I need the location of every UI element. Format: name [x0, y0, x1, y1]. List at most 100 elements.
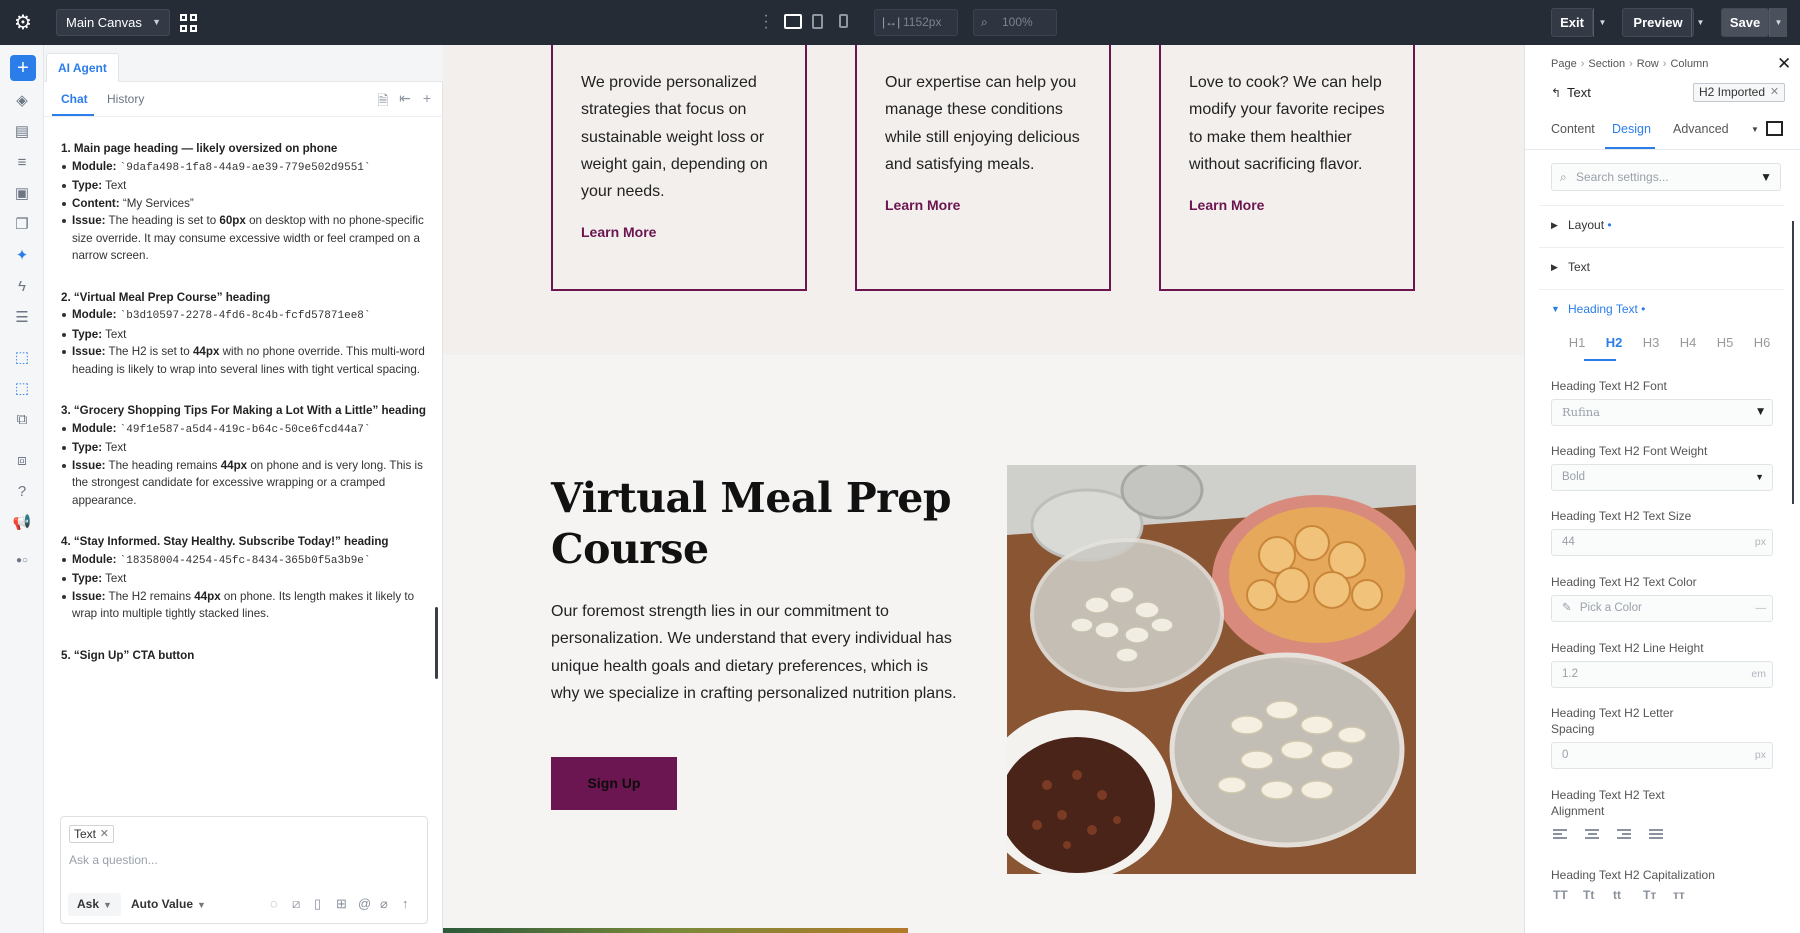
library-icon[interactable]: ▤: [11, 121, 33, 143]
text-size-input[interactable]: 44 px: [1551, 529, 1773, 556]
multi-select-icon[interactable]: ⬚: [11, 378, 33, 400]
caps-allsmall-option[interactable]: тт: [1673, 888, 1703, 902]
value-mode-dropdown[interactable]: Auto Value ▼: [122, 893, 215, 916]
breadcrumb-page[interactable]: Page: [1551, 58, 1577, 70]
service-card[interactable]: We provide personalized strategies that …: [551, 45, 807, 291]
tab-advanced[interactable]: Advanced: [1673, 122, 1729, 136]
tab-h3[interactable]: H3: [1635, 335, 1667, 350]
unit-label[interactable]: px: [1755, 530, 1766, 555]
section-heading-text[interactable]: ▼ Heading Text •: [1539, 289, 1784, 331]
font-select[interactable]: Rufina ▼: [1551, 399, 1773, 426]
close-icon[interactable]: ✕: [1777, 54, 1791, 74]
add-icon[interactable]: +: [10, 55, 36, 81]
save-button[interactable]: Save: [1721, 8, 1769, 37]
phone-view-icon[interactable]: [839, 14, 848, 28]
preview-menu-caret[interactable]: ▼: [1691, 8, 1709, 37]
tab-h6[interactable]: H6: [1746, 335, 1778, 350]
tab-content[interactable]: Content: [1551, 122, 1595, 136]
mode-dropdown[interactable]: Ask ▼: [68, 893, 121, 916]
edit-icon[interactable]: ⧄: [292, 896, 300, 912]
stack-icon[interactable]: ⧈: [11, 450, 33, 472]
tab-ai-agent[interactable]: AI Agent: [46, 53, 119, 82]
align-center-icon[interactable]: [1585, 829, 1599, 841]
caps-titlecase-option[interactable]: Tt: [1583, 888, 1613, 902]
breadcrumb-row[interactable]: Row: [1637, 58, 1659, 70]
help-icon[interactable]: ?: [11, 481, 33, 503]
chevron-down-icon[interactable]: ▼: [1751, 125, 1759, 134]
learn-more-link[interactable]: Learn More: [1189, 196, 1385, 214]
settings-scrollbar[interactable]: [1792, 221, 1794, 504]
caps-smallcaps-option[interactable]: Tт: [1643, 888, 1673, 902]
tab-h5[interactable]: H5: [1709, 335, 1741, 350]
sign-up-button[interactable]: Sign Up: [551, 757, 677, 810]
text-color-picker[interactable]: ✎ Pick a Color —: [1551, 595, 1773, 622]
tab-history[interactable]: History: [107, 92, 144, 106]
ask-input[interactable]: Ask a question...: [69, 853, 158, 867]
line-height-input[interactable]: 1.2 em: [1551, 661, 1773, 688]
align-left-icon[interactable]: [1553, 829, 1567, 841]
send-icon[interactable]: ↑: [402, 896, 409, 911]
tab-h2[interactable]: H2: [1598, 335, 1630, 350]
tab-h1[interactable]: H1: [1561, 335, 1593, 350]
desktop-view-icon[interactable]: [784, 14, 802, 29]
preset-square-icon[interactable]: [1766, 121, 1783, 136]
more-vertical-icon[interactable]: · · ·: [763, 8, 769, 36]
layers-icon[interactable]: ◈: [11, 90, 33, 112]
grid-view-icon[interactable]: [180, 14, 198, 32]
context-chip[interactable]: Text ✕: [69, 825, 115, 843]
service-card[interactable]: Our expertise can help you manage these …: [855, 45, 1111, 291]
book-icon[interactable]: ▯: [314, 896, 321, 912]
close-icon[interactable]: ✕: [100, 826, 109, 842]
select-element-icon[interactable]: ⬚: [11, 347, 33, 369]
list-icon[interactable]: ☰: [11, 307, 33, 329]
tab-h4[interactable]: H4: [1672, 335, 1704, 350]
filter-icon[interactable]: ▼: [1760, 164, 1772, 190]
exit-menu-caret[interactable]: ▼: [1593, 8, 1611, 37]
breadcrumb-column[interactable]: Column: [1670, 58, 1708, 70]
clear-icon[interactable]: —: [1756, 596, 1767, 621]
new-file-icon[interactable]: 🗎: [375, 90, 391, 114]
settings-search-input[interactable]: ⌕ Search settings... ▼: [1551, 163, 1781, 191]
tab-design[interactable]: Design: [1612, 122, 1651, 136]
zoom-field[interactable]: ⌕ 100%: [973, 9, 1057, 36]
pages-icon[interactable]: ❐: [11, 214, 33, 236]
close-icon[interactable]: ✕: [1770, 84, 1779, 101]
font-weight-select[interactable]: Bold ▼: [1551, 464, 1773, 491]
attachment-icon[interactable]: ⌀: [380, 896, 388, 912]
preset-badge[interactable]: H2 Imported ✕: [1693, 83, 1786, 102]
lightning-icon[interactable]: ϟ: [11, 276, 33, 298]
tab-chat[interactable]: Chat: [61, 92, 88, 106]
caps-uppercase-option[interactable]: TT: [1553, 888, 1583, 902]
caps-lowercase-option[interactable]: tt: [1613, 888, 1643, 902]
align-right-icon[interactable]: [1617, 829, 1631, 841]
unit-label[interactable]: em: [1751, 662, 1766, 687]
align-justify-icon[interactable]: [1649, 829, 1663, 841]
save-menu-caret[interactable]: ▼: [1769, 8, 1787, 37]
learn-more-link[interactable]: Learn More: [581, 223, 777, 241]
mention-icon[interactable]: @: [358, 896, 371, 911]
form-icon[interactable]: ▣: [11, 183, 33, 205]
section-heading[interactable]: Virtual Meal Prep Course: [551, 473, 952, 575]
preview-button[interactable]: Preview: [1622, 8, 1694, 37]
tablet-view-icon[interactable]: [812, 14, 823, 29]
modules-icon[interactable]: ⊞: [336, 896, 347, 912]
unit-label[interactable]: px: [1755, 743, 1766, 768]
section-body-text[interactable]: Our foremost strength lies in our commit…: [551, 598, 961, 707]
canvas-selector[interactable]: Main Canvas ▼: [56, 9, 170, 36]
learn-more-link[interactable]: Learn More: [885, 196, 1081, 214]
theme-toggle-icon[interactable]: ●○: [11, 550, 33, 572]
section-layout[interactable]: ▶ Layout •: [1539, 205, 1784, 247]
new-chat-plus-icon[interactable]: +: [419, 90, 435, 106]
service-card[interactable]: Love to cook? We can help modify your fa…: [1159, 45, 1415, 291]
gear-icon[interactable]: ⚙: [12, 12, 34, 34]
back-arrow-icon[interactable]: ↰: [1551, 86, 1561, 100]
template-icon[interactable]: ⧉: [11, 409, 33, 431]
ai-sparkle-icon[interactable]: ✦: [11, 245, 33, 267]
canvas-width-field[interactable]: |↔| 1152px: [874, 9, 958, 36]
section-text[interactable]: ▶ Text: [1539, 247, 1784, 289]
breadcrumb-section[interactable]: Section: [1588, 58, 1625, 70]
database-icon[interactable]: ≡: [11, 152, 33, 174]
export-icon[interactable]: ⇤: [397, 90, 413, 107]
chat-scrollbar[interactable]: [435, 607, 438, 679]
megaphone-icon[interactable]: 📢: [11, 512, 33, 534]
